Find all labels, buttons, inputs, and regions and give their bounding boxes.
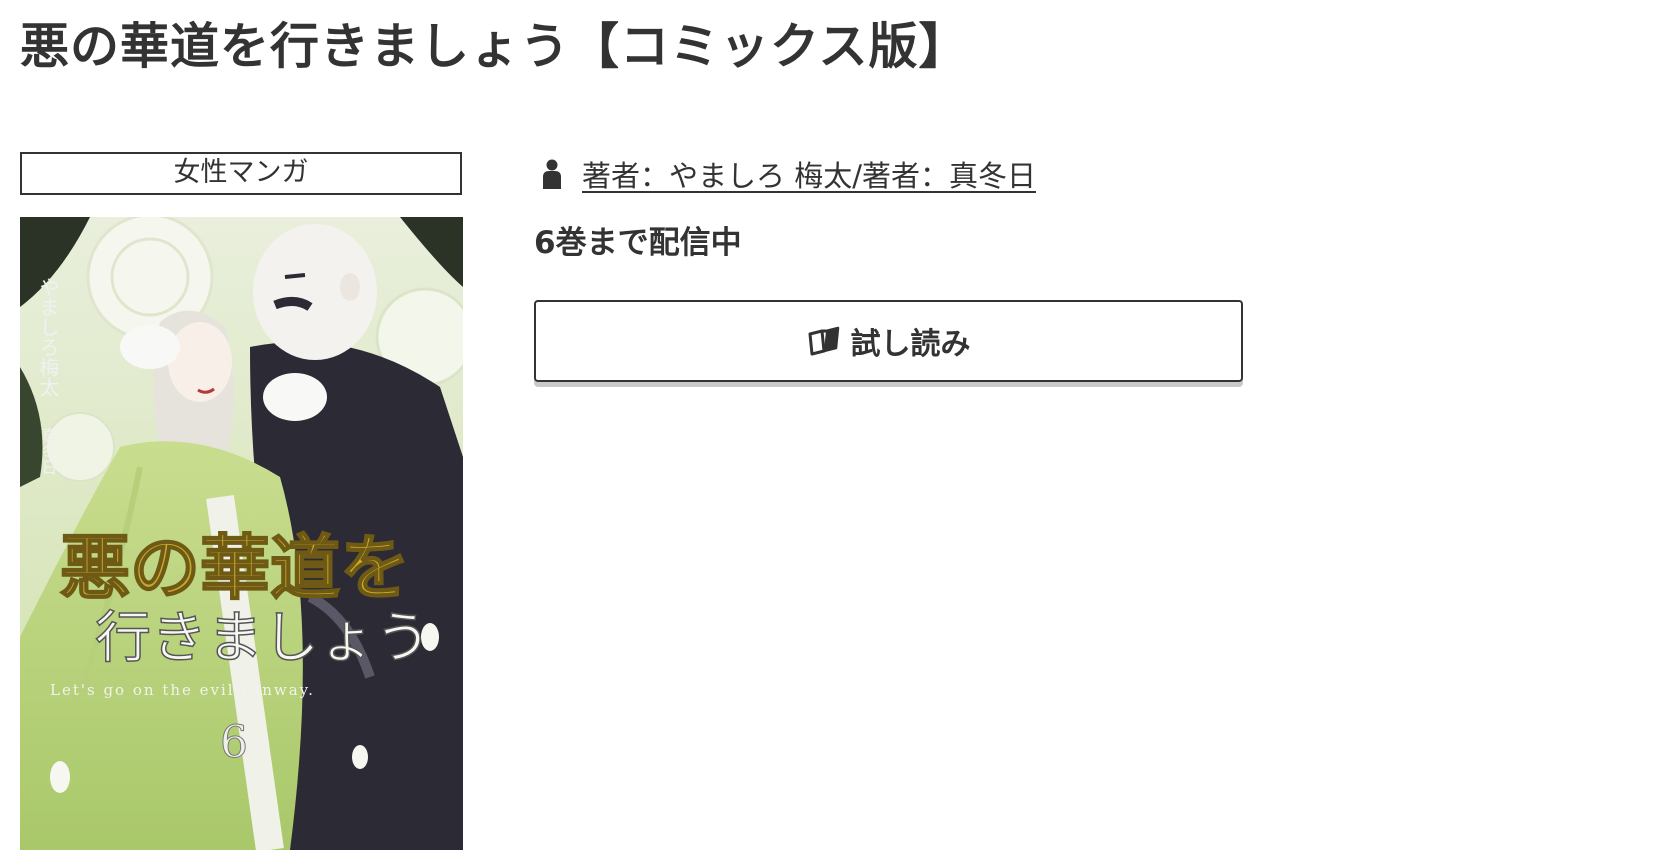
- cover-volume-number: 6: [220, 717, 248, 768]
- distribution-status: 6巻まで配信中: [534, 225, 742, 261]
- author-line: 著者：やましろ 梅太/著者：真冬日: [542, 152, 1036, 196]
- cover-image[interactable]: やましろ梅太 真冬日 悪の華道を 行きましょう Let's go on the …: [20, 217, 463, 850]
- cover-author-text-2: 真冬日: [39, 427, 58, 475]
- author-link[interactable]: 著者：やましろ 梅太/著者：真冬日: [582, 153, 1036, 195]
- cover-subtitle: Let's go on the evil runway.: [50, 681, 315, 699]
- person-icon: [543, 159, 561, 189]
- trial-read-button[interactable]: 試し読み: [534, 300, 1243, 382]
- genre-tag[interactable]: 女性マンガ: [20, 152, 462, 195]
- cover-author-text: やましろ梅太: [36, 277, 60, 397]
- cover-art: やましろ梅太 真冬日 悪の華道を 行きましょう Let's go on the …: [20, 217, 463, 850]
- trial-read-label: 試し読み: [850, 327, 971, 362]
- cover-title-line2: 行きましょう: [95, 606, 431, 671]
- product-page: 悪の華道を行きましょう【コミックス版】 女性マンガ やましろ梅太 真冬日 悪の華…: [0, 0, 1678, 862]
- page-title: 悪の華道を行きましょう【コミックス版】: [20, 18, 969, 75]
- cover-title-line1: 悪の華道を: [60, 526, 410, 609]
- book-icon: [808, 326, 839, 356]
